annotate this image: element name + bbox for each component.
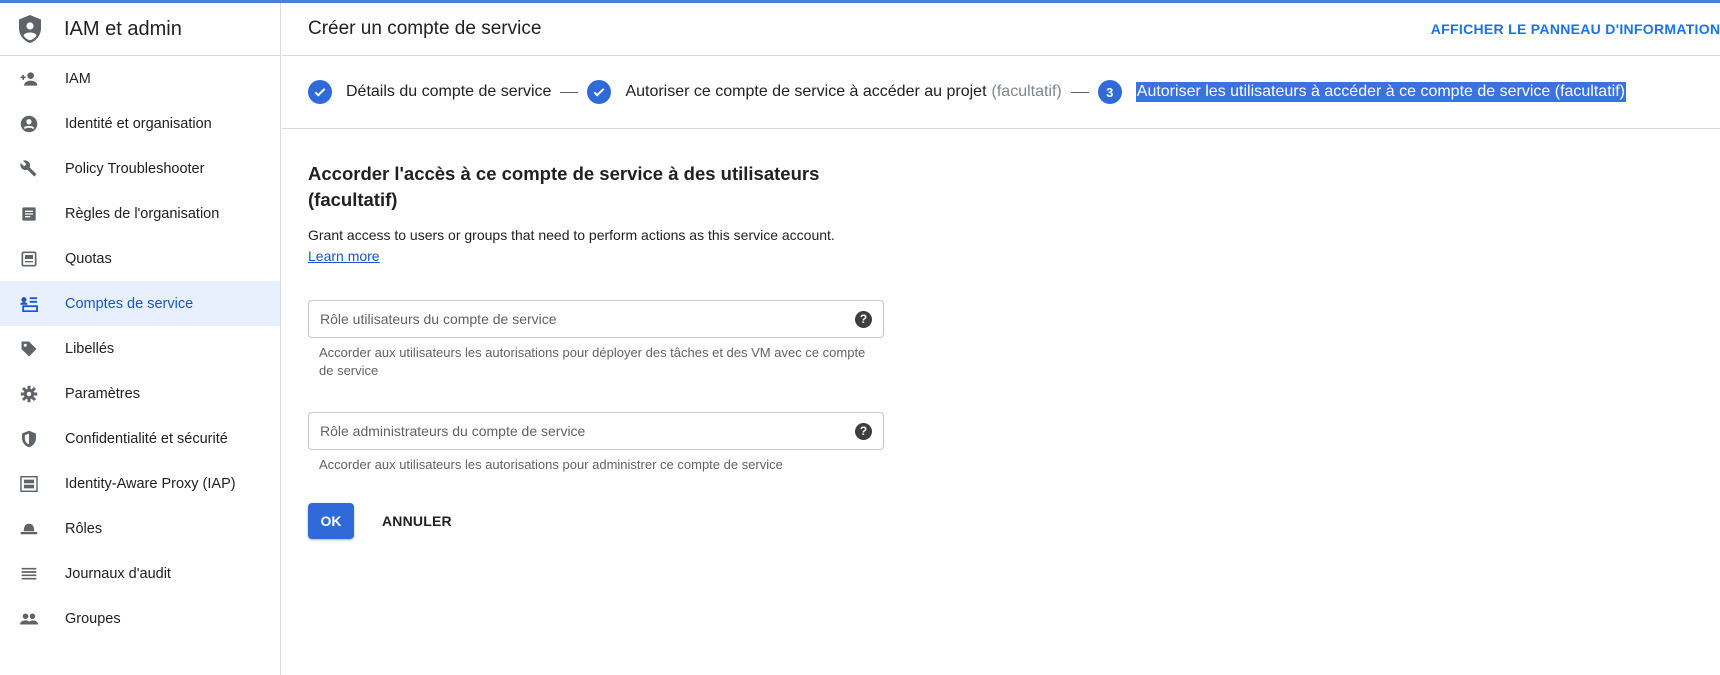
sidebar-item-label: Quotas: [65, 250, 112, 267]
service-account-admins-role-field[interactable]: ?: [308, 412, 884, 450]
help-icon[interactable]: ?: [855, 310, 872, 328]
step-service-account-details[interactable]: Détails du compte de service: [308, 80, 551, 104]
step-grant-project-access[interactable]: Autoriser ce compte de service à accéder…: [587, 80, 1062, 104]
sidebar-item-settings[interactable]: Paramètres: [0, 371, 280, 416]
step-content: Accorder l'accès à ce compte de service …: [282, 129, 902, 539]
group-icon: [18, 608, 40, 630]
sidebar-item-label: Paramètres: [65, 385, 140, 402]
sidebar-item-policy-troubleshooter[interactable]: Policy Troubleshooter: [0, 146, 280, 191]
sidebar-item-identity[interactable]: Identité et organisation: [0, 101, 280, 146]
wrench-icon: [18, 158, 40, 180]
sidebar-item-label: Règles de l'organisation: [65, 205, 220, 222]
sidebar-item-audit-logs[interactable]: Journaux d'audit: [0, 551, 280, 596]
field-hint: Accorder aux utilisateurs les autorisati…: [319, 345, 866, 378]
learn-more-link[interactable]: Learn more: [308, 246, 380, 267]
service-account-icon: [18, 293, 40, 315]
sidebar-nav: IAM Identité et organisation Policy Trou…: [0, 56, 280, 641]
sidebar-item-label: Journaux d'audit: [65, 565, 171, 582]
sidebar-item-org-policies[interactable]: Règles de l'organisation: [0, 191, 280, 236]
show-info-panel-button[interactable]: AFFICHER LE PANNEAU D'INFORMATIONS: [1431, 21, 1720, 37]
sidebar-item-label: Confidentialité et sécurité: [65, 430, 228, 447]
sidebar-item-groups[interactable]: Groupes: [0, 596, 280, 641]
page-title: Créer un compte de service: [308, 18, 542, 39]
stepper: Détails du compte de service Autoriser c…: [282, 56, 1720, 129]
check-circle-icon: [308, 80, 332, 104]
step-number-badge: 3: [1097, 80, 1122, 104]
check-circle-icon: [587, 80, 612, 104]
sidebar-item-label: IAM: [65, 70, 91, 87]
step-label: Autoriser ce compte de service à accéder…: [625, 83, 987, 100]
step-divider: [1070, 91, 1089, 93]
step-divider: [560, 91, 579, 93]
tag-icon: [18, 338, 40, 360]
sidebar-item-label: Rôles: [65, 520, 103, 537]
sidebar-item-labels[interactable]: Libellés: [0, 326, 280, 371]
cancel-button[interactable]: ANNULER: [382, 513, 452, 529]
list-icon: [18, 563, 40, 585]
sidebar-item-service-accounts[interactable]: Comptes de service: [0, 281, 280, 326]
field-hint: Accorder aux utilisateurs les autorisati…: [319, 457, 783, 472]
document-icon: [18, 203, 40, 225]
iam-shield-logo-icon: [16, 13, 44, 45]
sidebar-item-iam[interactable]: IAM: [0, 56, 280, 101]
app-title: IAM et admin: [64, 17, 182, 40]
sidebar-item-label: Policy Troubleshooter: [65, 160, 205, 177]
sidebar-item-label: Identité et organisation: [65, 115, 212, 132]
section-title: Accorder l'accès à ce compte de service …: [308, 163, 820, 210]
step-label: Détails du compte de service: [346, 83, 552, 100]
sidebar-header: IAM et admin: [0, 3, 280, 56]
sidebar-item-privacy-security[interactable]: Confidentialité et sécurité: [0, 416, 280, 461]
person-add-icon: [18, 68, 40, 90]
sidebar-item-label: Libellés: [65, 340, 115, 357]
sidebar-item-roles[interactable]: Rôles: [0, 506, 280, 551]
shield-icon: [18, 428, 40, 450]
proxy-icon: [18, 473, 40, 495]
step-optional-tag: (facultatif): [991, 83, 1062, 100]
sidebar-item-quotas[interactable]: Quotas: [0, 236, 280, 281]
step-label: Autoriser les utilisateurs à accéder à c…: [1135, 82, 1626, 102]
sidebar: IAM et admin IAM Identité et organisatio…: [0, 3, 281, 675]
service-account-admins-role-input[interactable]: [320, 423, 800, 439]
sidebar-item-label: Comptes de service: [65, 295, 194, 312]
sidebar-item-label: Groupes: [65, 610, 121, 627]
main-header: Créer un compte de service AFFICHER LE P…: [282, 3, 1720, 56]
gear-icon: [18, 383, 40, 405]
step-grant-user-access[interactable]: 3 Autoriser les utilisateurs à accéder à…: [1097, 80, 1626, 104]
hat-icon: [18, 518, 40, 540]
account-circle-icon: [18, 113, 40, 135]
sidebar-item-iap[interactable]: Identity-Aware Proxy (IAP): [0, 461, 280, 506]
quota-icon: [18, 248, 40, 270]
service-account-users-role-field[interactable]: ?: [308, 300, 884, 338]
ok-button[interactable]: OK: [308, 503, 354, 539]
section-description: Grant access to users or groups that nee…: [308, 227, 835, 243]
form-actions: OK ANNULER: [308, 503, 902, 539]
main-panel: Créer un compte de service AFFICHER LE P…: [282, 3, 1720, 675]
service-account-users-role-input[interactable]: [320, 311, 800, 327]
help-icon[interactable]: ?: [855, 422, 872, 440]
sidebar-item-label: Identity-Aware Proxy (IAP): [65, 475, 236, 492]
